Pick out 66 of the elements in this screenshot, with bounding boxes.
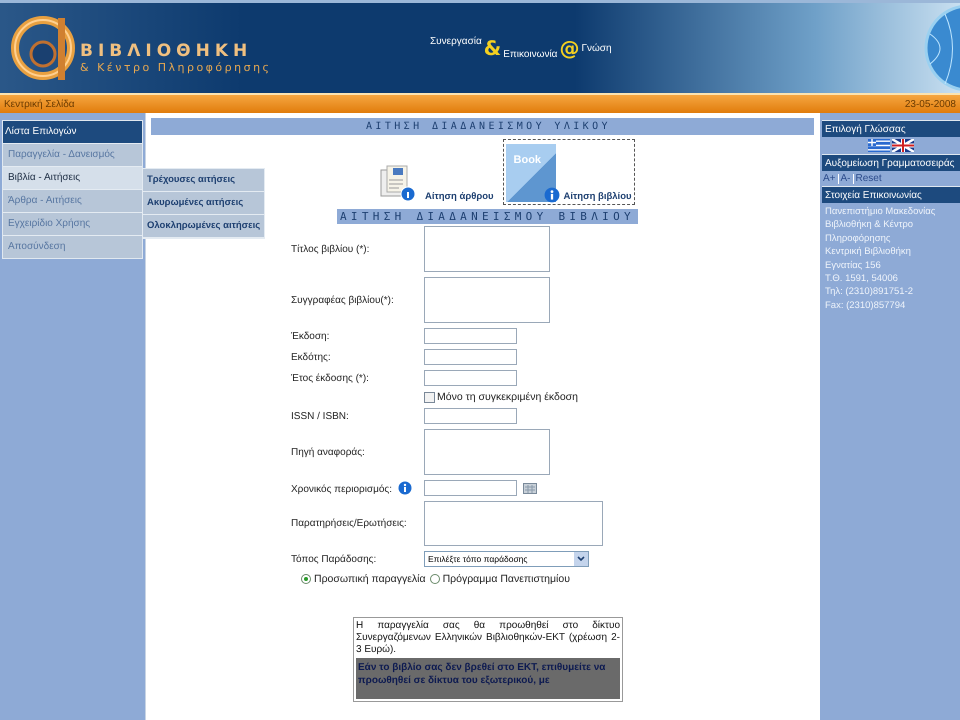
text-area[interactable] — [424, 429, 550, 475]
question-text: Εάν το βιβλίο σας δεν βρεθεί στο ΕΚΤ, επιθυμείτε να προωθηθεί σε δίκτυα του εξωτερικού, με — [356, 658, 620, 699]
font-size-link[interactable]: Reset — [856, 173, 882, 184]
notice-text: Η παραγγελία σας θα προωθηθεί στο δίκτυο Συνεργαζόμενων Ελληνικών Βιβλιοθηκών-ΕΚΤ (χρέωση 2-3 Ευρώ). — [356, 620, 620, 656]
field-label: Έτος έκδοσης (*): — [291, 372, 370, 384]
input-field[interactable] — [424, 349, 517, 365]
input-field[interactable] — [424, 328, 517, 344]
contact-line: Πληροφόρησης — [824, 232, 892, 246]
field-label: Εκδότης: — [291, 352, 332, 362]
field-label: ISSN / ISBN: — [291, 410, 350, 422]
contact-line: Κεντρική Βιβλιοθήκη — [824, 245, 912, 259]
form-title: ΑΙΤΗΣΗ ΔΙΑΔΑΝΕΙΣΜΟΥ ΒΙΒΛΙΟΥ — [337, 209, 638, 224]
contact-line: Τ.Θ. 1591, 54006 — [824, 272, 899, 286]
radio-option[interactable]: Πρόγραμμα Πανεπιστημίου — [430, 573, 570, 585]
field-label: Παρατηρήσεις/Ερωτήσεις: — [291, 518, 408, 529]
submenu-item[interactable]: Ολοκληρωμένες αιτήσεις — [143, 215, 264, 238]
panel-title: Αυξομείωση Γραμματοσειράς — [822, 154, 960, 171]
request-type-option[interactable]: Αίτηση άρθρου — [376, 159, 497, 205]
slogan-symbol: & — [484, 36, 502, 60]
contact-line: Τηλ: (2310)891751-2 — [824, 285, 914, 299]
contact-line: Εγνατίας 156 — [824, 258, 882, 272]
contact-line: Βιβλιοθήκη & Κέντρο — [824, 218, 914, 232]
delivery-select[interactable]: Επιλέξτε τόπο παράδοσης — [424, 551, 589, 567]
field-label: Τόπος Παράδοσης: — [291, 554, 378, 564]
submenu-item[interactable]: Τρέχουσες αιτήσεις — [143, 169, 264, 192]
input-field[interactable] — [424, 370, 517, 386]
field-label: Πηγή αναφοράς: — [291, 446, 366, 458]
uk-flag-icon[interactable] — [892, 139, 914, 152]
field-label: Έκδοση: — [291, 330, 330, 342]
greek-flag-icon[interactable] — [868, 139, 890, 152]
checkbox[interactable] — [424, 392, 435, 402]
slogan-word: Συνεργασία — [430, 36, 482, 47]
date-text: 23-05-2008 — [904, 98, 956, 110]
input-field[interactable] — [424, 408, 517, 424]
text-area[interactable] — [424, 501, 603, 546]
site-subtitle: & Κέντρο Πληροφόρησης — [80, 60, 272, 74]
field-label: Τίτλος βιβλίου (*): — [291, 244, 370, 254]
radio-button[interactable] — [430, 574, 440, 584]
font-size-link[interactable]: A+ — [823, 173, 836, 184]
calendar-icon[interactable] — [523, 482, 537, 494]
slogan-symbol: @ — [559, 36, 580, 60]
font-size-link[interactable]: A- — [840, 173, 851, 184]
radio-button[interactable] — [301, 574, 311, 584]
input-field[interactable] — [424, 480, 517, 496]
panel-title: Επιλογή Γλώσσας — [822, 120, 960, 137]
contact-line: Fax: (2310)857794 — [824, 298, 906, 312]
menu-item[interactable]: Βιβλία - Αιτήσεις — [3, 166, 142, 189]
radio-option[interactable]: Προσωπική παραγγελία — [301, 573, 426, 585]
slogan-word: Γνώση — [581, 42, 612, 54]
section-title: ΑΙΤΗΣΗ ΔΙΑΔΑΝΕΙΣΜΟΥ ΥΛΙΚΟΥ — [151, 118, 814, 135]
panel-title: Στοιχεία Επικοινωνίας — [822, 186, 960, 203]
text-area[interactable] — [424, 277, 550, 323]
home-link[interactable]: Κεντρική Σελίδα — [4, 98, 75, 110]
info-icon — [544, 187, 560, 203]
slogan-word: Επικοινωνία — [503, 49, 558, 60]
submenu-item[interactable]: Ακυρωμένες αιτήσεις — [143, 192, 264, 215]
text-area[interactable] — [424, 226, 550, 272]
site-title: ΒΙΒΛΙΟΘΗΚΗ — [80, 40, 254, 60]
checkbox-option[interactable]: Μόνο τη συγκεκριμένη έκδοση — [424, 391, 814, 403]
request-type-option[interactable]: Book Αίτηση βιβλίου — [502, 139, 635, 205]
field-label: Χρονικός περιορισμός: — [291, 484, 392, 495]
info-icon — [398, 481, 412, 495]
dropdown-caret-icon — [574, 552, 588, 566]
menu-title: Λίστα Επιλογών — [3, 121, 142, 143]
field-label: Συγγραφέας βιβλίου(*): — [291, 294, 395, 306]
contact-line: Πανεπιστήμιο Μακεδονίας — [824, 205, 936, 218]
